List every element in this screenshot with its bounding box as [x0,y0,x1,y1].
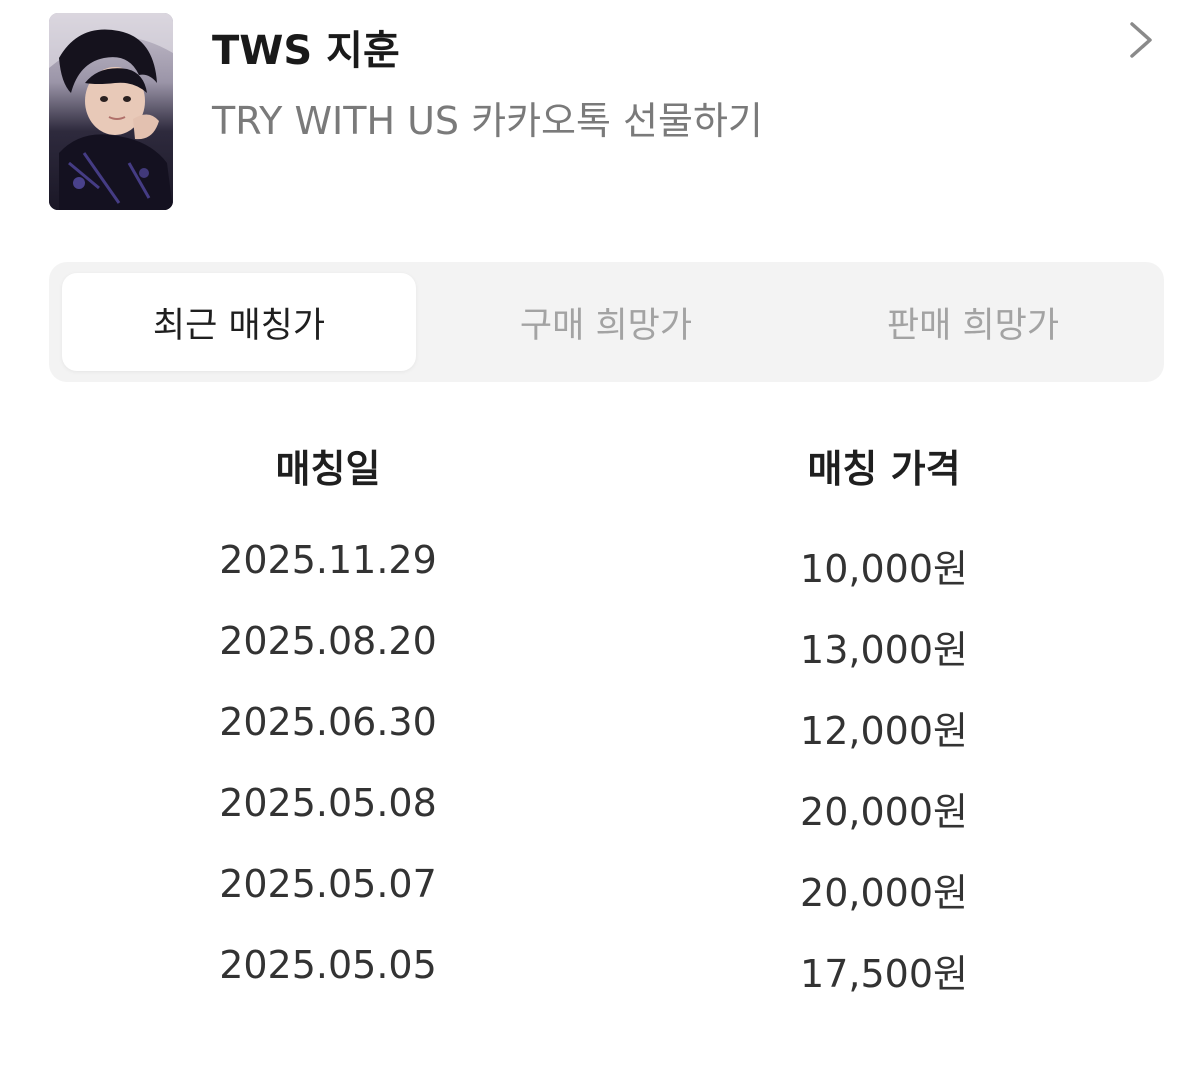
tab-buy-wish-price[interactable]: 구매 희망가 [429,273,783,371]
price-table-header: 매칭일 매칭 가격 [0,438,1200,494]
table-row: 2025.06.30 12,000원 [0,692,1200,773]
match-price-cell: 20,000원 [800,790,968,834]
product-title: TWS 지훈 [212,28,400,74]
header-match-price: 매칭 가격 [807,447,961,491]
match-date-cell: 2025.05.08 [219,781,437,825]
match-date-cell: 2025.11.29 [219,538,437,582]
product-summary-row[interactable]: TWS 지훈 TRY WITH US 카카오톡 선물하기 [0,0,1200,230]
match-price-cell: 17,500원 [800,952,968,996]
table-row: 2025.08.20 13,000원 [0,611,1200,692]
table-row: 2025.05.08 20,000원 [0,773,1200,854]
tab-recent-match-price[interactable]: 최근 매칭가 [62,273,416,371]
match-date-cell: 2025.05.07 [219,862,437,906]
table-row: 2025.05.05 17,500원 [0,935,1200,1016]
price-table-body: 2025.11.29 10,000원 2025.08.20 13,000원 20… [0,530,1200,1016]
match-price-cell: 12,000원 [800,709,968,753]
match-date-cell: 2025.05.05 [219,943,437,987]
price-tab-bar: 최근 매칭가 구매 희망가 판매 희망가 [49,262,1164,382]
product-thumbnail [49,13,173,210]
header-match-date: 매칭일 [275,447,381,491]
match-price-cell: 20,000원 [800,871,968,915]
match-price-cell: 13,000원 [800,628,968,672]
match-date-cell: 2025.08.20 [219,619,437,663]
match-price-cell: 10,000원 [800,547,968,591]
table-row: 2025.05.07 20,000원 [0,854,1200,935]
tab-sell-wish-price[interactable]: 판매 희망가 [796,273,1150,371]
table-row: 2025.11.29 10,000원 [0,530,1200,611]
photocard-image [49,13,173,210]
match-date-cell: 2025.06.30 [219,700,437,744]
chevron-right-icon[interactable] [1124,20,1158,60]
product-subtitle: TRY WITH US 카카오톡 선물하기 [212,99,763,143]
